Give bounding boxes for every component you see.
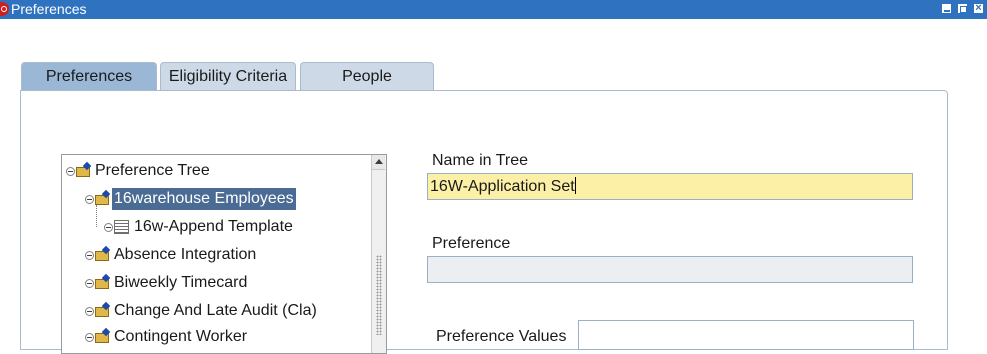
tree-node-label: Change And Late Audit (Cla) (114, 302, 317, 319)
tab-eligibility-criteria[interactable]: Eligibility Criteria (160, 62, 296, 90)
minimize-button[interactable] (941, 3, 952, 14)
tab-people[interactable]: People (300, 62, 434, 90)
tree-node-16warehouse-employees[interactable]: 16warehouse Employees (85, 188, 296, 210)
name-in-tree-field[interactable]: 16W-Application Set (427, 173, 913, 200)
expand-icon[interactable] (85, 250, 94, 260)
preference-values-label: Preference Values (436, 328, 567, 345)
collapse-icon[interactable] (66, 166, 75, 176)
tree-node-biweekly-timecard[interactable]: Biweekly Timecard (85, 272, 249, 294)
folder-icon (95, 305, 111, 317)
preference-field[interactable] (427, 256, 913, 283)
name-in-tree-label: Name in Tree (432, 152, 529, 169)
preference-label: Preference (432, 235, 511, 252)
tree-node-absence-integration[interactable]: Absence Integration (85, 244, 258, 266)
document-icon (114, 220, 129, 234)
tree-node-root[interactable]: Preference Tree (66, 160, 212, 182)
tree-connector (96, 205, 98, 227)
tree-node-16w-append-template[interactable]: 16w-Append Template (104, 216, 295, 238)
tree-node-label: Contingent Worker (114, 328, 248, 345)
tree-scrollbar[interactable] (371, 155, 386, 353)
folder-icon (95, 249, 111, 261)
tree-node-label: Preference Tree (95, 162, 210, 179)
text-caret (574, 177, 576, 194)
name-in-tree-value: 16W-Application Set (430, 178, 575, 195)
tree-node-label: 16w-Append Template (134, 218, 293, 235)
scroll-up-arrow-icon[interactable] (372, 155, 385, 170)
maximize-button[interactable] (957, 3, 968, 14)
tree-node-contingent-worker[interactable]: Contingent Worker (85, 326, 249, 348)
window-title: Preferences (11, 1, 87, 17)
tree-node-label: Biweekly Timecard (114, 274, 248, 291)
tree-node-label: 16warehouse Employees (112, 188, 296, 210)
collapse-icon[interactable] (85, 194, 94, 204)
tree-node-label: Absence Integration (114, 246, 257, 263)
title-bar: Preferences × (0, 0, 987, 19)
tab-preferences[interactable]: Preferences (21, 62, 157, 90)
collapse-icon[interactable] (104, 222, 113, 232)
tree-node-change-and-late-audit[interactable]: Change And Late Audit (Cla) (85, 300, 319, 322)
preference-values-field[interactable] (578, 320, 914, 350)
folder-open-icon (95, 193, 111, 205)
folder-icon (95, 331, 111, 343)
expand-icon[interactable] (85, 306, 94, 316)
close-button[interactable]: × (973, 3, 984, 14)
expand-icon[interactable] (85, 332, 94, 342)
scroll-grip-icon[interactable] (376, 255, 382, 335)
folder-icon (95, 277, 111, 289)
folder-open-icon (76, 165, 92, 177)
app-logo-icon (0, 2, 9, 16)
expand-icon[interactable] (85, 278, 94, 288)
